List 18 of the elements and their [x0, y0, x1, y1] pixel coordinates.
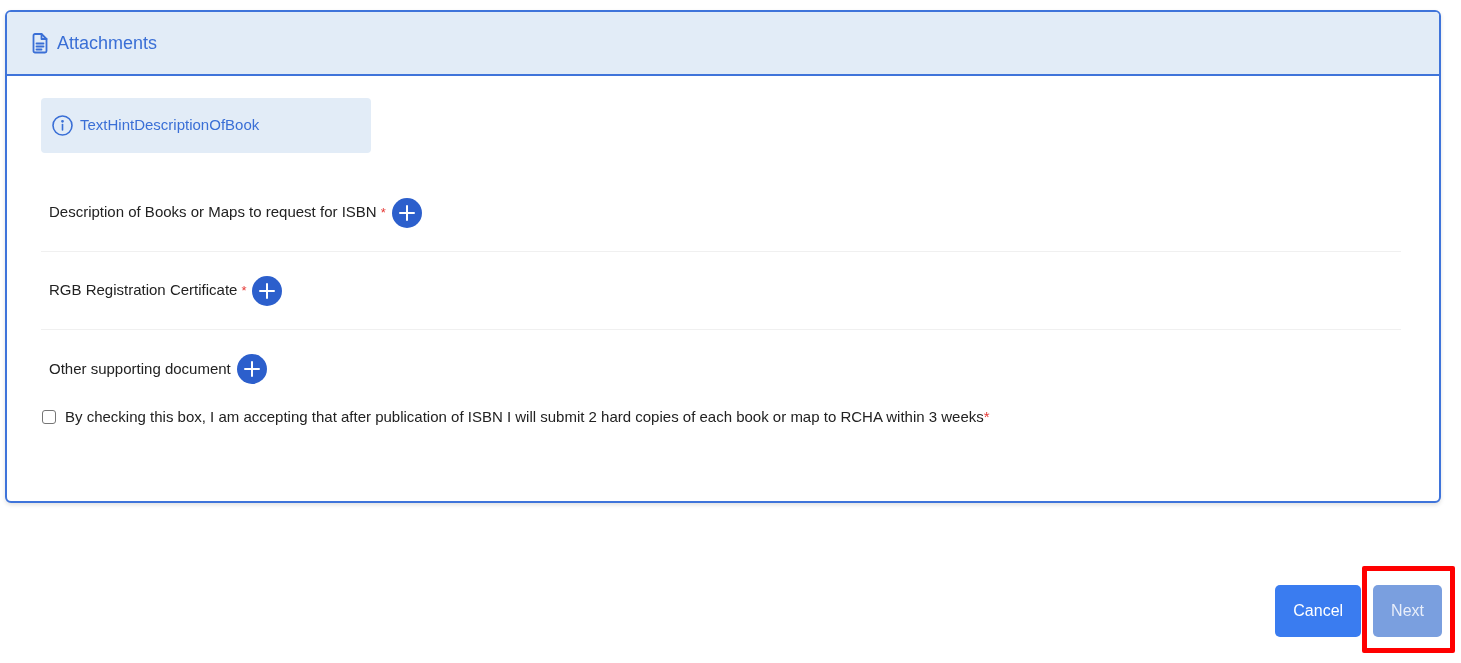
- required-mark: *: [380, 203, 386, 222]
- agreement-text: By checking this box, I am accepting that after publication of ISBN I will submit 2 hard copies of each book or map to RCHA within 3 weeks*: [65, 406, 990, 427]
- attachment-label: Description of Books or Maps to request for ISBN: [49, 202, 377, 223]
- plus-icon: [398, 204, 415, 221]
- add-button[interactable]: [236, 354, 267, 384]
- add-button[interactable]: [252, 275, 283, 306]
- document-icon: [32, 32, 48, 54]
- plus-icon: [243, 361, 260, 377]
- info-icon: [52, 115, 73, 136]
- attachment-label: RGB Registration Certificate: [49, 280, 238, 301]
- add-button[interactable]: [391, 197, 422, 228]
- plus-icon: [259, 282, 276, 299]
- card-title: Attachments: [57, 31, 158, 55]
- hint-text: TextHintDescriptionOfBook: [80, 115, 260, 136]
- required-mark: *: [241, 281, 247, 300]
- cancel-button[interactable]: Cancel: [1275, 585, 1362, 637]
- agreement-checkbox[interactable]: [42, 410, 56, 424]
- attachment-label: Other supporting document: [49, 358, 231, 379]
